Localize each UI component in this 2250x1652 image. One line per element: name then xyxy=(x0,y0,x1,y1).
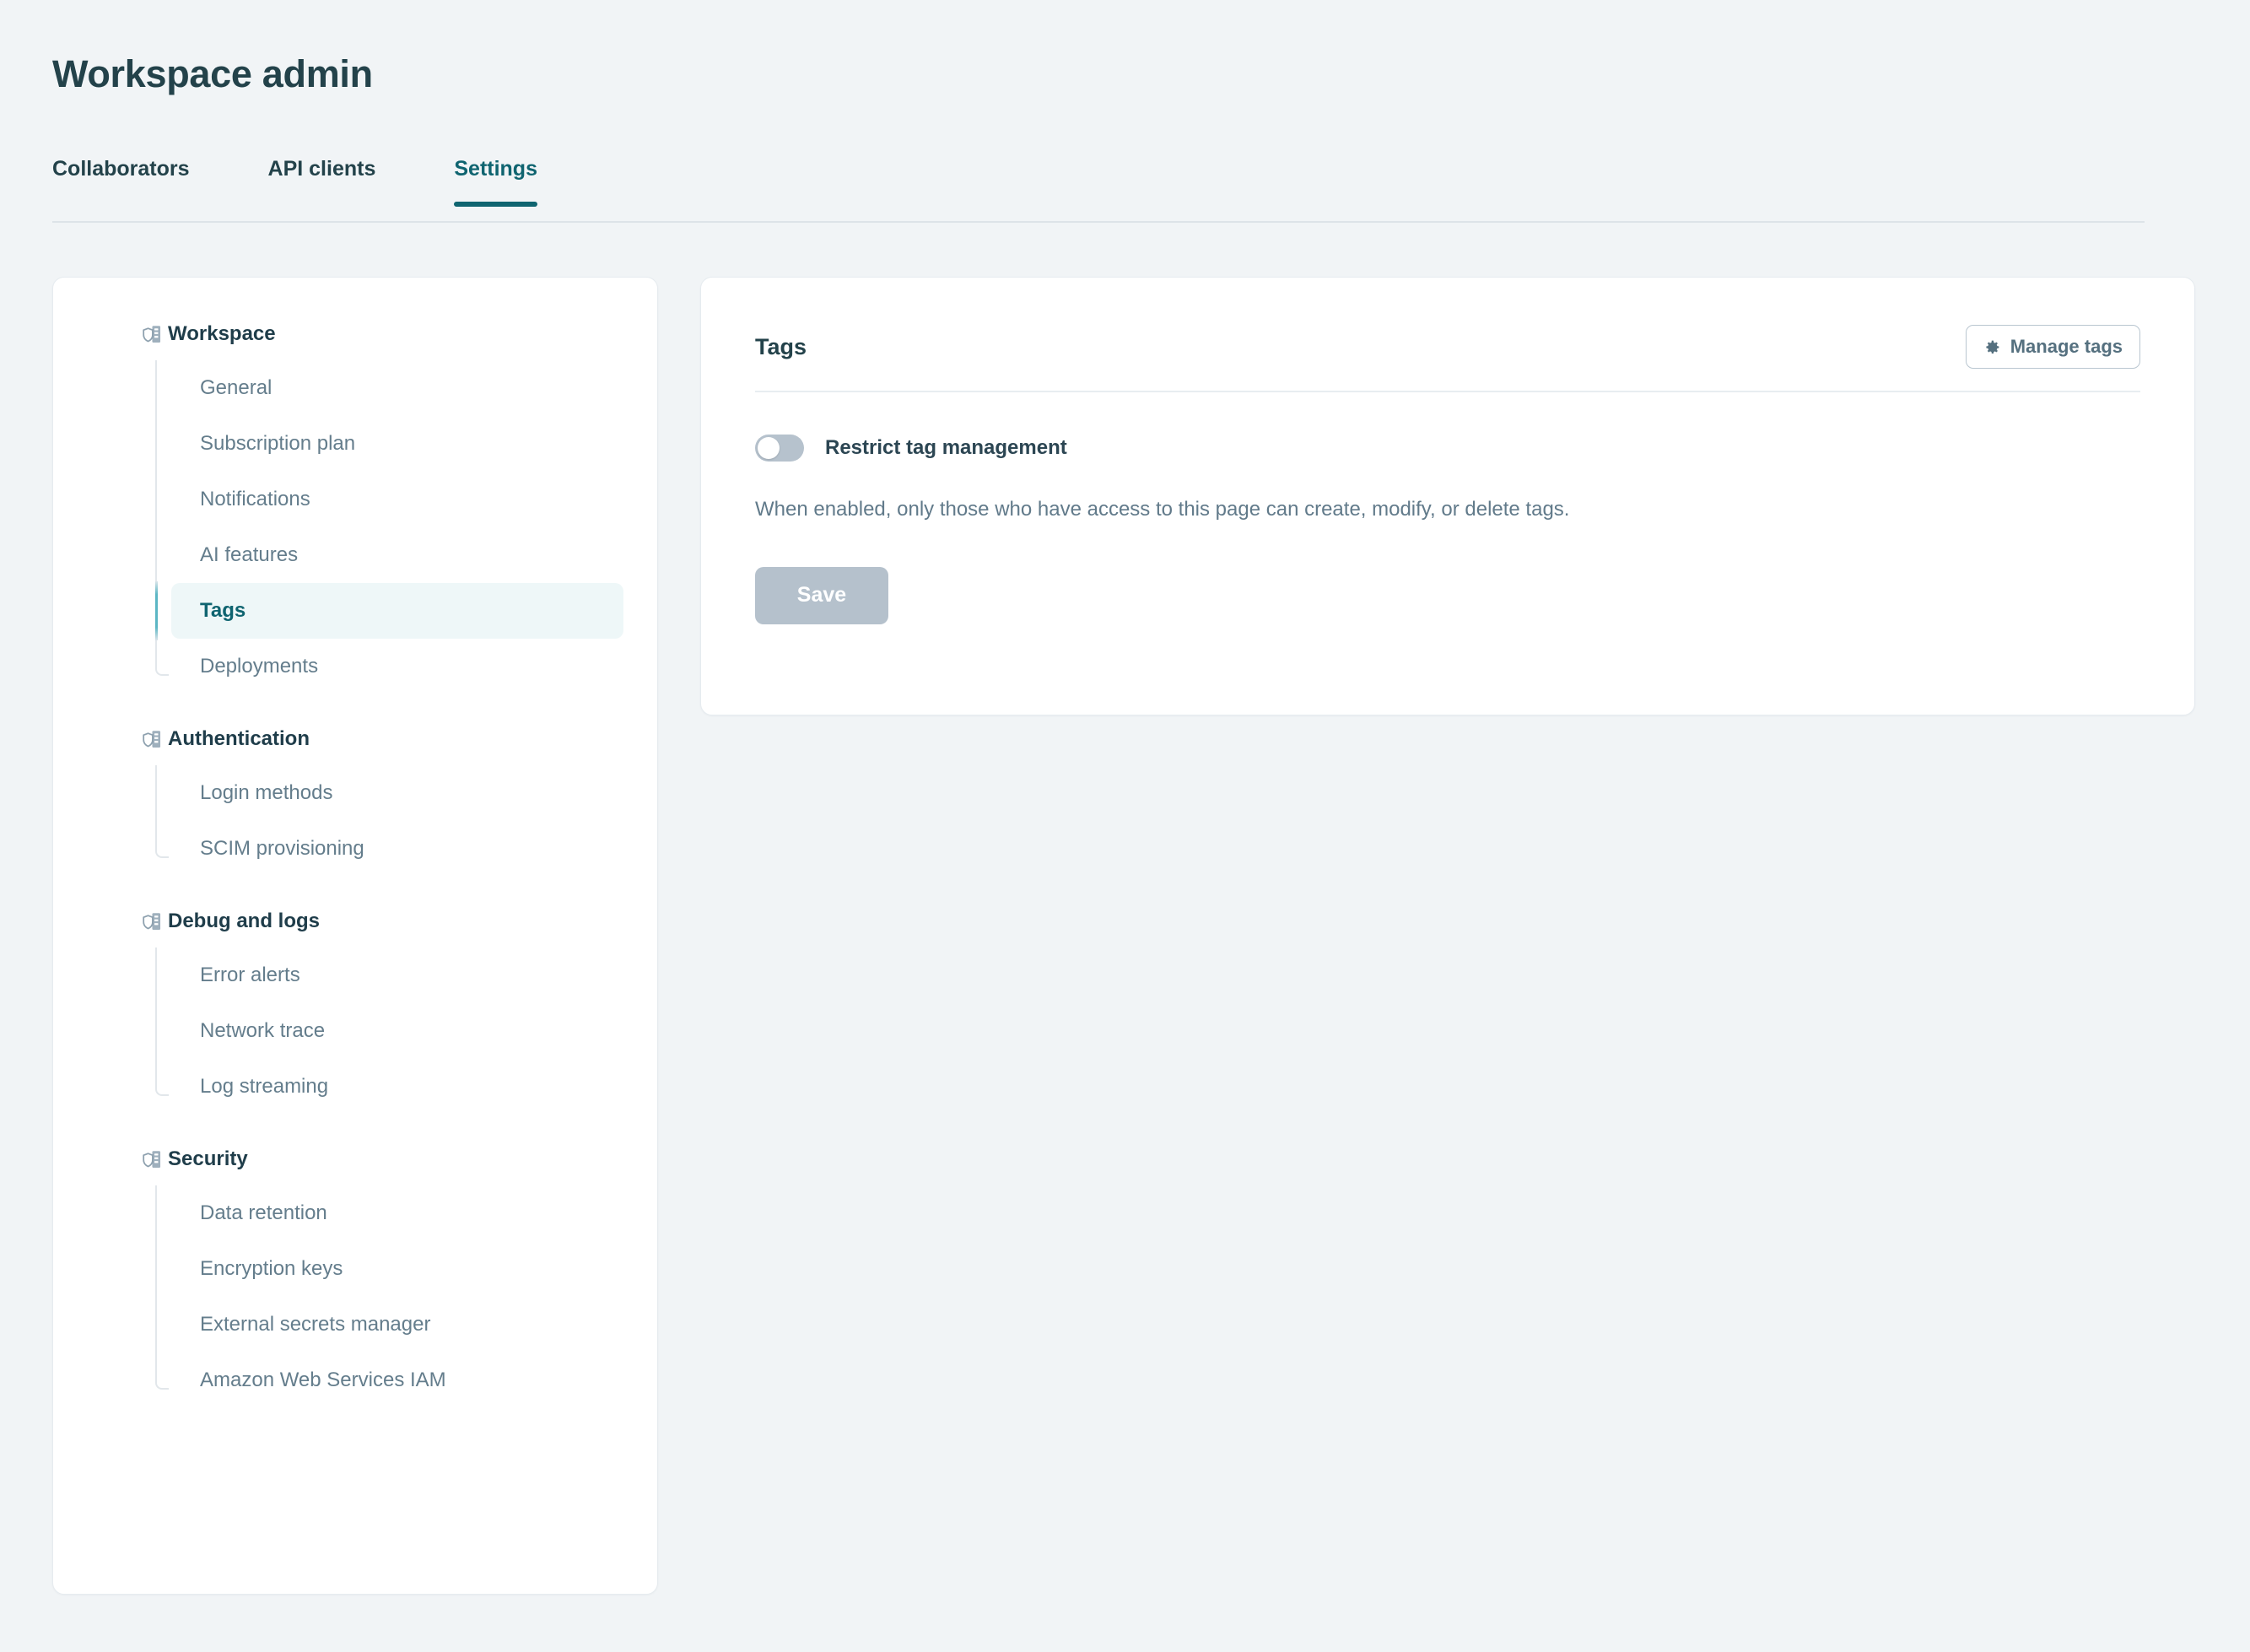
restrict-tag-management-description: When enabled, only those who have access… xyxy=(755,495,2140,525)
gear-icon xyxy=(1983,338,2001,356)
nav-group-header: Workspace xyxy=(53,315,657,354)
restrict-tag-management-row: Restrict tag management xyxy=(755,435,2140,462)
building-shield-icon xyxy=(140,1147,164,1171)
nav-group-items: GeneralSubscription planNotificationsAI … xyxy=(53,360,657,694)
nav-group-items: Login methodsSCIM provisioning xyxy=(53,765,657,877)
sidebar-item-encryption-keys[interactable]: Encryption keys xyxy=(171,1241,623,1297)
settings-sidebar: Workspace GeneralSubscription planNotific… xyxy=(52,277,658,1595)
manage-tags-button[interactable]: Manage tags xyxy=(1966,325,2140,369)
sidebar-item-subscription-plan[interactable]: Subscription plan xyxy=(171,416,623,472)
nav-group-header: Security xyxy=(53,1140,657,1179)
sidebar-item-external-secrets-manager[interactable]: External secrets manager xyxy=(171,1297,623,1352)
sidebar-item-login-methods[interactable]: Login methods xyxy=(171,765,623,821)
nav-group-items: Data retentionEncryption keysExternal se… xyxy=(53,1185,657,1408)
sidebar-item-general[interactable]: General xyxy=(171,360,623,416)
tab-collaborators[interactable]: Collaborators xyxy=(52,157,190,205)
sidebar-item-network-trace[interactable]: Network trace xyxy=(171,1003,623,1059)
tab-settings[interactable]: Settings xyxy=(454,157,537,205)
nav-group-spacer xyxy=(53,1115,657,1140)
nav-group-spacer xyxy=(53,877,657,902)
nav-group-debug-and-logs: Debug and logs Error alertsNetwork traceL… xyxy=(53,902,657,1115)
tags-settings-panel: Tags Manage tags Restrict tag management xyxy=(700,277,2195,715)
nav-group-label: Debug and logs xyxy=(168,910,320,933)
building-shield-icon xyxy=(140,910,164,933)
sidebar-item-error-alerts[interactable]: Error alerts xyxy=(171,947,623,1003)
sidebar-item-notifications[interactable]: Notifications xyxy=(171,472,623,527)
sidebar-item-data-retention[interactable]: Data retention xyxy=(171,1185,623,1241)
panel-inner: Tags Manage tags Restrict tag management xyxy=(701,278,2194,624)
primary-tabs: Collaborators API clients Settings xyxy=(52,157,2145,223)
building-shield-icon xyxy=(140,322,164,346)
page-title: Workspace admin xyxy=(52,52,373,96)
nav-group-items: Error alertsNetwork traceLog streaming xyxy=(53,947,657,1115)
nav-group-security: Security Data retentionEncryption keysExt… xyxy=(53,1140,657,1408)
manage-tags-label: Manage tags xyxy=(2010,336,2123,358)
sidebar-item-scim-provisioning[interactable]: SCIM provisioning xyxy=(171,821,623,877)
restrict-tag-management-toggle[interactable] xyxy=(755,435,804,462)
nav-group-workspace: Workspace GeneralSubscription planNotific… xyxy=(53,315,657,694)
restrict-tag-management-label: Restrict tag management xyxy=(825,436,1067,460)
nav-group-label: Workspace xyxy=(168,322,276,346)
workspace-admin-page: Workspace admin Collaborators API clients… xyxy=(0,0,2250,1652)
sidebar-item-ai-features[interactable]: AI features xyxy=(171,527,623,583)
save-button[interactable]: Save xyxy=(755,567,888,624)
nav-group-authentication: Authentication Login methodsSCIM provisio… xyxy=(53,720,657,877)
nav-group-label: Authentication xyxy=(168,727,310,751)
sidebar-item-log-streaming[interactable]: Log streaming xyxy=(171,1059,623,1115)
nav-group-header: Authentication xyxy=(53,720,657,759)
sidebar-item-tags[interactable]: Tags xyxy=(171,583,623,639)
sidebar-item-amazon-web-services-iam[interactable]: Amazon Web Services IAM xyxy=(171,1352,623,1408)
toggle-knob xyxy=(758,437,780,459)
tab-api-clients[interactable]: API clients xyxy=(268,157,376,205)
building-shield-icon xyxy=(140,727,164,751)
nav-group-spacer xyxy=(53,694,657,720)
settings-nav: Workspace GeneralSubscription planNotific… xyxy=(53,278,657,1442)
nav-group-header: Debug and logs xyxy=(53,902,657,941)
nav-group-label: Security xyxy=(168,1147,248,1171)
panel-title: Tags xyxy=(755,334,807,360)
panel-header: Tags Manage tags xyxy=(755,325,2140,392)
sidebar-item-deployments[interactable]: Deployments xyxy=(171,639,623,694)
